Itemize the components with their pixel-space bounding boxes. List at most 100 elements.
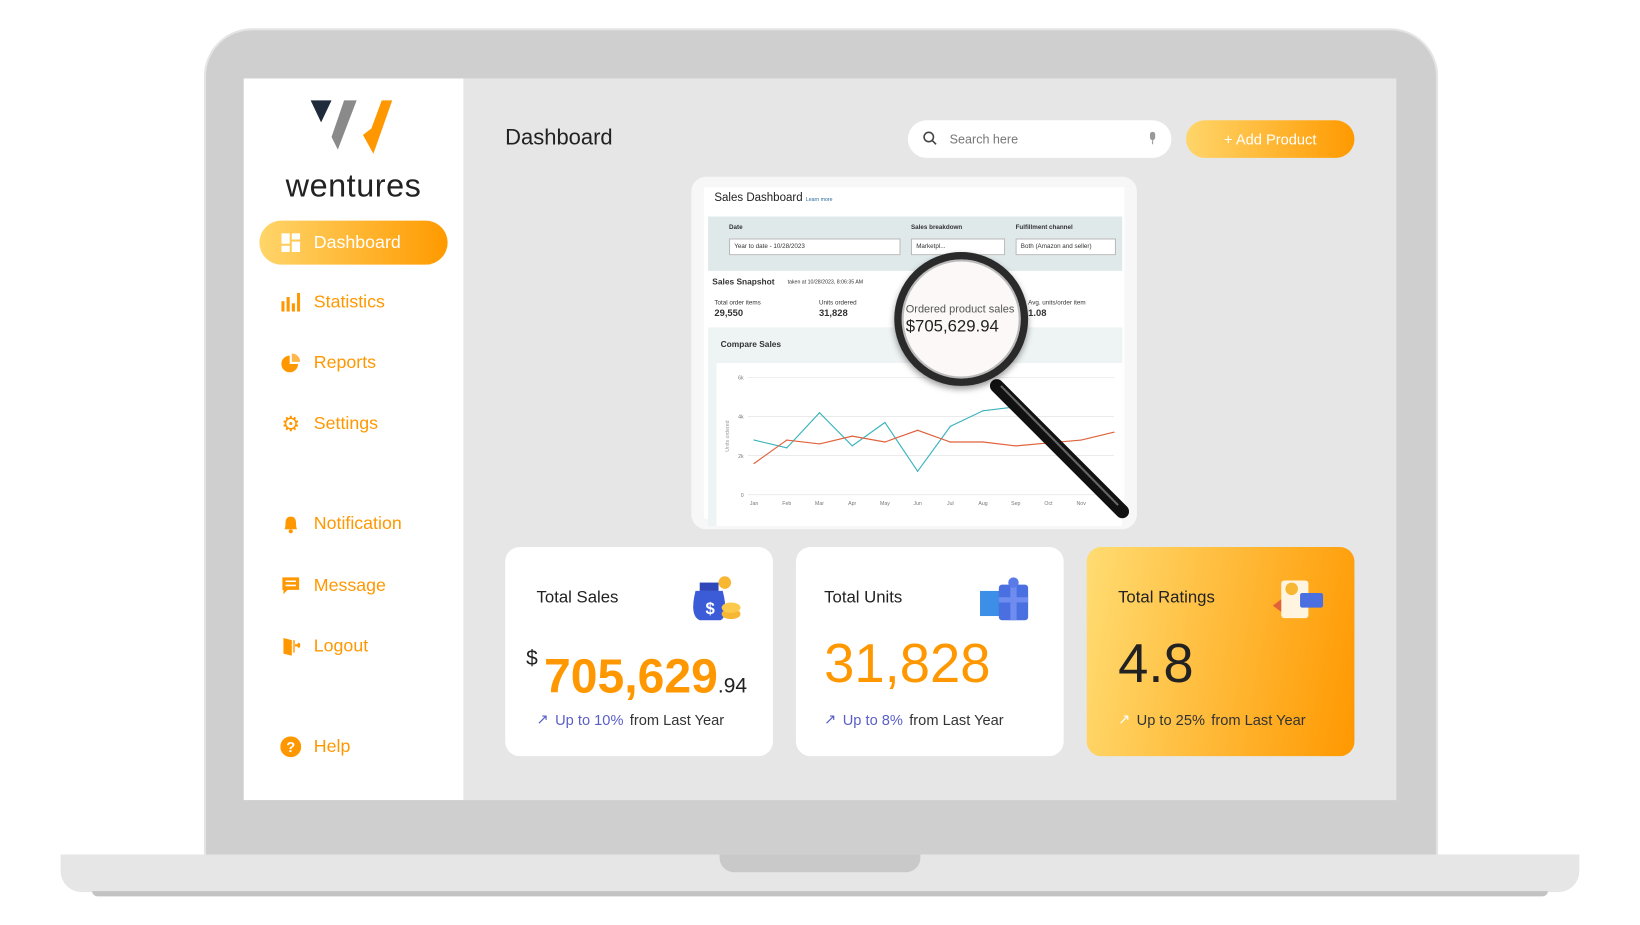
- sidebar-item-dashboard[interactable]: Dashboard: [259, 220, 448, 265]
- page-title: Dashboard: [505, 125, 613, 150]
- laptop-shadow: [92, 891, 1548, 897]
- x-tick-label: Mar: [815, 501, 824, 507]
- bell-icon: [280, 514, 301, 535]
- sidebar: wentures Dashboard Statistics Reports ⚙ …: [243, 78, 464, 801]
- trend-up-icon: ↗: [1118, 710, 1131, 727]
- metric-label: Units ordered: [818, 300, 857, 307]
- data-point: [818, 412, 821, 414]
- x-tick-label: Jan: [750, 501, 759, 507]
- data-point: [818, 443, 821, 445]
- search-placeholder: Search here: [949, 131, 1019, 147]
- ratings-value: 4.8: [1118, 633, 1194, 695]
- currency-symbol: $: [526, 647, 538, 671]
- total-sales-card: Total Sales $ $ 705,629 .94 ↗ Up to 10% fr…: [505, 547, 773, 757]
- y-tick-label: 2k: [738, 454, 744, 460]
- snapshot-time: taken at 10/28/2023, 8:06:35 AM: [787, 279, 864, 286]
- x-tick-label: May: [880, 501, 890, 507]
- gear-icon: ⚙: [281, 412, 301, 436]
- sales-amount: 705,629: [543, 648, 718, 703]
- y-tick-label: 6k: [738, 376, 744, 382]
- fulfillment-select: Both (Amazon and seller): [1015, 238, 1116, 256]
- sidebar-item-statistics[interactable]: Statistics: [259, 280, 447, 324]
- data-point: [851, 445, 853, 447]
- svg-text:?: ?: [286, 740, 295, 756]
- gift-box-icon: [980, 577, 1029, 621]
- filter-value: Both (Amazon and seller): [1020, 243, 1092, 250]
- x-tick-label: Jul: [947, 501, 954, 507]
- sales-dashboard-preview: Sales Dashboard Learn more Date Year to …: [691, 176, 1137, 530]
- trend-suffix: from Last Year: [629, 710, 725, 728]
- data-point: [786, 439, 788, 441]
- date-select: Year to date - 10/28/2023: [728, 238, 901, 256]
- filter-value: Marketpl...: [916, 243, 946, 250]
- message-icon: [280, 575, 301, 596]
- sidebar-item-label: Logout: [313, 635, 369, 656]
- y-tick-label: 0: [741, 493, 744, 499]
- magnified-label: Ordered product sales: [905, 303, 1015, 316]
- card-title: Total Ratings: [1118, 588, 1215, 607]
- metric-label: Avg. units/order item: [1028, 300, 1086, 307]
- filters-bar: Date Year to date - 10/28/2023 Sales bre…: [708, 216, 1123, 271]
- x-tick-label: Feb: [782, 501, 791, 507]
- data-point: [884, 441, 886, 443]
- sidebar-item-help[interactable]: ? Help: [259, 725, 447, 769]
- data-point: [851, 435, 853, 437]
- screen: wentures Dashboard Statistics Reports ⚙ …: [243, 78, 1397, 801]
- logo-icon: [310, 100, 393, 154]
- sidebar-item-label: Notification: [313, 513, 402, 534]
- pie-chart-icon: [280, 352, 301, 373]
- search-input[interactable]: Search here: [907, 120, 1172, 158]
- brand-name: wentures: [285, 167, 422, 204]
- data-point: [949, 441, 951, 443]
- x-tick-label: Jun: [913, 501, 922, 507]
- sidebar-item-label: Dashboard: [313, 232, 401, 253]
- trend-value: Up to 8%: [842, 710, 903, 728]
- sidebar-item-settings[interactable]: ⚙ Settings: [259, 402, 447, 446]
- card-title: Total Units: [824, 588, 903, 607]
- compare-title: Compare Sales: [720, 339, 782, 350]
- units-value: 31,828: [824, 633, 991, 695]
- total-sales-value: $ 705,629 .94: [526, 647, 747, 703]
- metric-value: 31,828: [818, 307, 848, 318]
- microphone-icon[interactable]: [1148, 131, 1156, 147]
- filter-label: Date: [728, 224, 743, 232]
- data-point: [917, 470, 919, 472]
- metric-label: Total order items: [714, 300, 761, 307]
- payment-icon: [1272, 580, 1324, 619]
- card-title: Total Sales: [536, 588, 619, 607]
- door-icon: [280, 636, 301, 657]
- data-point: [884, 421, 886, 424]
- trend-value: Up to 25%: [1136, 710, 1205, 728]
- sidebar-item-label: Statistics: [313, 291, 385, 312]
- sidebar-item-message[interactable]: Message: [259, 564, 447, 608]
- metric-value: 1.08: [1028, 307, 1047, 318]
- trend-up-icon: ↗: [824, 710, 837, 727]
- trend-up-icon: ↗: [536, 710, 549, 727]
- data-point: [917, 429, 919, 431]
- data-point: [753, 462, 755, 465]
- total-ratings-card: Total Ratings 4.8 ↗ Up to 25% from Last Ye…: [1086, 547, 1355, 757]
- trend-suffix: from Last Year: [909, 710, 1004, 728]
- sidebar-item-label: Settings: [313, 413, 379, 434]
- magnified-value: $705,629.94: [905, 317, 999, 336]
- data-point: [949, 425, 951, 428]
- trend-suffix: from Last Year: [1211, 710, 1306, 728]
- data-point: [786, 447, 788, 449]
- sidebar-item-label: Help: [313, 736, 351, 757]
- filter-value: Year to date - 10/28/2023: [734, 243, 805, 250]
- y-tick-label: 4k: [738, 415, 744, 421]
- sales-dashboard-title: Sales Dashboard: [714, 191, 803, 204]
- sidebar-item-reports[interactable]: Reports: [259, 341, 447, 385]
- magnifier-handle-icon: [989, 379, 1130, 519]
- bar-chart-icon: [280, 292, 301, 313]
- trend-value: Up to 10%: [555, 710, 624, 728]
- sidebar-item-logout[interactable]: Logout: [259, 624, 447, 668]
- sidebar-item-notification[interactable]: Notification: [259, 502, 447, 546]
- money-bag-icon: $: [693, 576, 741, 621]
- grid-icon: [280, 232, 301, 253]
- sidebar-item-label: Reports: [313, 352, 377, 373]
- add-product-button[interactable]: + Add Product: [1186, 120, 1355, 158]
- data-point: [753, 439, 755, 441]
- learn-more-link[interactable]: Learn more: [806, 197, 833, 203]
- total-units-card: Total Units 31,828 ↗ Up to 8% from Last Ye…: [795, 547, 1064, 757]
